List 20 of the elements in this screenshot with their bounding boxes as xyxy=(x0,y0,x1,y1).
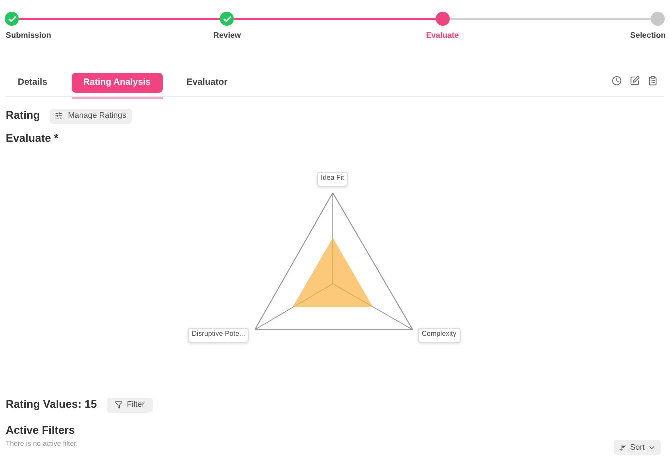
sort-icon xyxy=(619,444,628,452)
tab[interactable]: Details xyxy=(6,72,60,93)
clock-icon[interactable] xyxy=(612,76,622,86)
sliders-icon xyxy=(55,112,64,120)
manage-ratings-button[interactable]: Manage Ratings xyxy=(50,108,132,124)
step-label: Evaluate xyxy=(426,30,460,42)
sort-button[interactable]: Sort xyxy=(614,440,661,455)
section-title: Active Filters xyxy=(6,424,76,439)
edit-icon[interactable] xyxy=(630,76,640,86)
section-title: Evaluate * xyxy=(6,132,59,146)
section-title: Rating Values: 15 xyxy=(6,398,98,413)
tab[interactable]: Evaluator xyxy=(174,72,240,93)
step-label: Submission xyxy=(6,30,52,42)
tab[interactable]: Rating Analysis xyxy=(72,72,163,93)
clipboard-icon[interactable] xyxy=(648,76,658,86)
filter-icon xyxy=(115,401,124,410)
step-label: Selection xyxy=(630,30,666,42)
step-label: Review xyxy=(214,30,242,42)
filter-button[interactable]: Filter xyxy=(107,398,153,413)
section-title: Rating xyxy=(6,109,40,124)
